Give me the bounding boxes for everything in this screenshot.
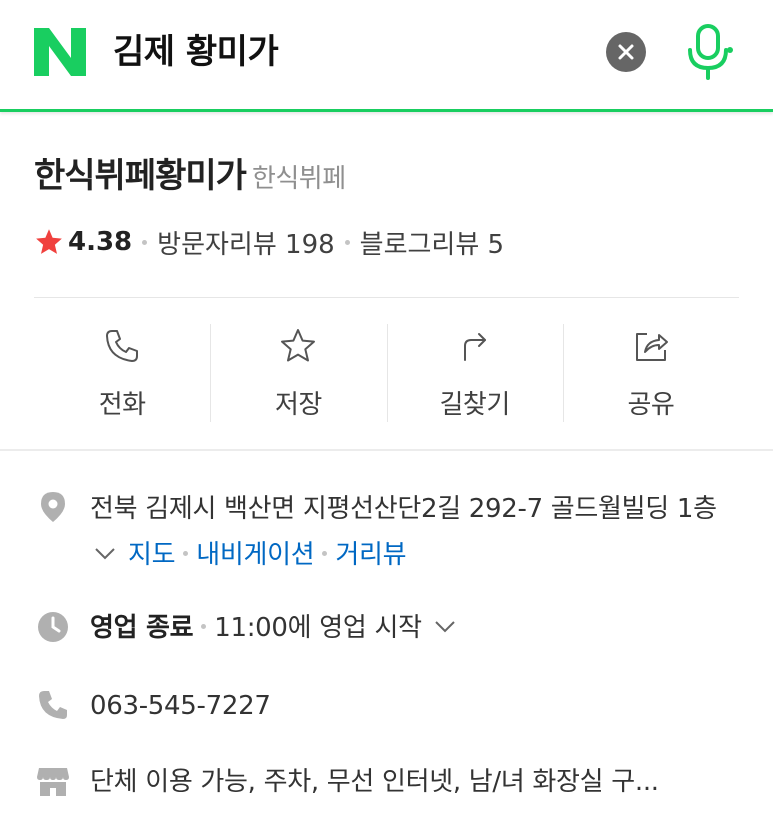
separator-dot: [322, 551, 328, 556]
close-icon: [618, 44, 634, 60]
directions-icon: [463, 333, 486, 361]
share-button[interactable]: 공유: [562, 298, 739, 448]
facilities-text[interactable]: 단체 이용 가능, 주차, 무선 인터넷, 남/녀 화장실 구...: [90, 760, 740, 804]
separator-dot: [344, 239, 350, 245]
save-button[interactable]: 저장: [210, 298, 386, 448]
location-pin-icon: [41, 492, 65, 522]
phone-number[interactable]: 063-545-7227: [90, 684, 271, 728]
street-view-link[interactable]: 거리뷰: [335, 540, 406, 570]
clear-search-button[interactable]: [606, 32, 646, 72]
place-title-row: 한식뷔페황미가 한식뷔페: [34, 148, 346, 197]
place-category: 한식뷔페: [251, 164, 346, 194]
section-divider: [0, 449, 773, 451]
navigation-link[interactable]: 내비게이션: [196, 540, 314, 570]
visitor-reviews-link[interactable]: 방문자리뷰 198: [157, 224, 335, 261]
star-outline-icon: [281, 329, 316, 362]
hours-row[interactable]: 영업 종료 11:00에 영업 시작: [90, 606, 460, 650]
separator-dot: [201, 624, 207, 629]
chevron-down-icon[interactable]: [94, 547, 116, 561]
phone-icon: [39, 691, 67, 719]
place-name: 한식뷔페황미가: [34, 156, 247, 196]
share-icon: [635, 333, 668, 361]
action-bar: 전화 저장 길찾기 공유: [34, 298, 739, 448]
directions-button[interactable]: 길찾기: [386, 298, 563, 448]
rating-row: 4.38 방문자리뷰 198 블로그리뷰 5: [34, 222, 504, 262]
call-label: 전화: [98, 390, 146, 420]
hours-next-open: 11:00에 영업 시작: [214, 613, 422, 643]
microphone-icon[interactable]: [682, 22, 734, 82]
map-link[interactable]: 지도: [128, 540, 176, 570]
search-query-text[interactable]: 김제 황미가: [113, 30, 279, 74]
address-block: 전북 김제시 백산면 지평선산단2길 292-7 골드월빌딩 1층 지도 내비게이…: [90, 486, 740, 578]
address-text: 전북 김제시 백산면 지평선산단2길 292-7 골드월빌딩 1층: [90, 494, 717, 524]
chevron-down-icon[interactable]: [434, 620, 456, 634]
call-button[interactable]: 전화: [34, 298, 210, 448]
rating-value: 4.38: [68, 227, 133, 257]
separator-dot: [142, 239, 148, 245]
search-bar: 김제 황미가: [0, 0, 773, 112]
naver-logo-icon[interactable]: [34, 28, 86, 76]
store-icon: [37, 768, 69, 796]
share-label: 공유: [627, 390, 675, 420]
phone-icon: [106, 330, 139, 362]
save-label: 저장: [274, 390, 322, 420]
clock-icon: [38, 612, 68, 642]
directions-label: 길찾기: [439, 390, 510, 420]
blog-reviews-link[interactable]: 블로그리뷰 5: [360, 224, 504, 261]
star-icon: [36, 229, 62, 254]
hours-status: 영업 종료: [90, 613, 194, 643]
separator-dot: [183, 551, 189, 556]
